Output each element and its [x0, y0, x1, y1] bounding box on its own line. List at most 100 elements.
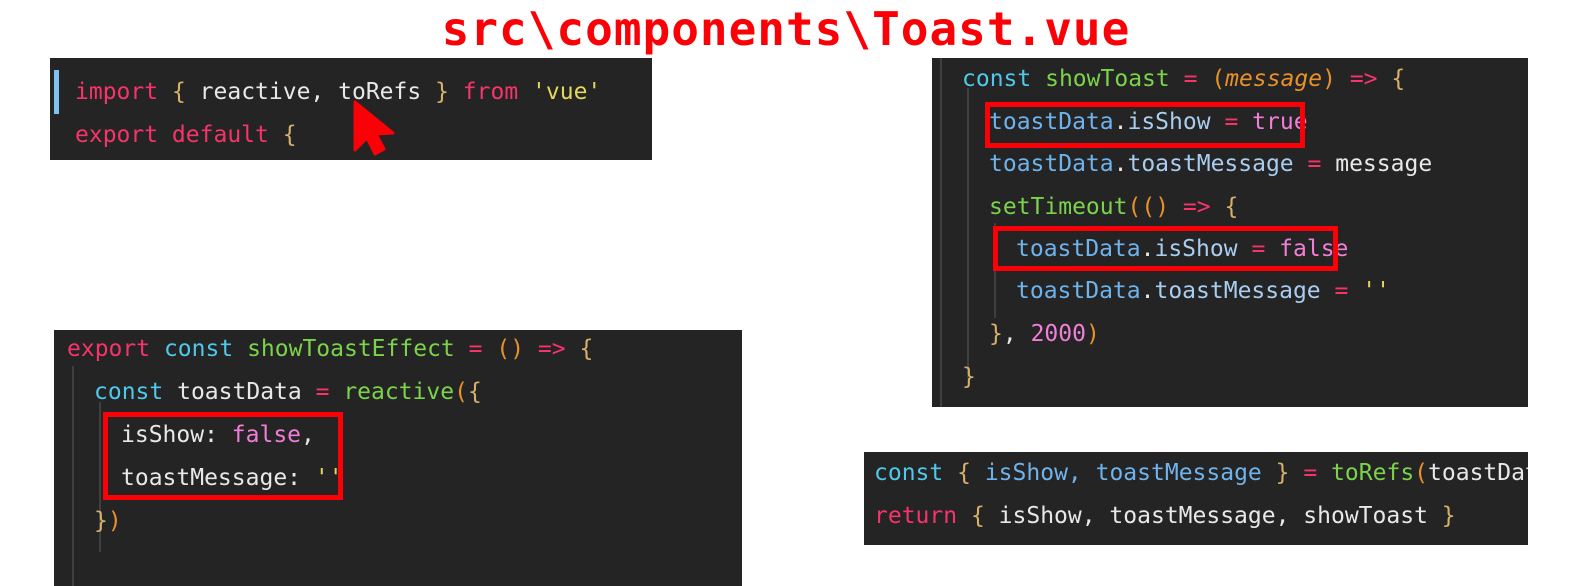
code-token: isShow, toastMessage, showToast [984, 503, 1442, 529]
code-token: false [231, 422, 302, 448]
code-token: message [1335, 151, 1433, 177]
code-line-showtoast-close: } [962, 366, 976, 389]
code-token: const [962, 66, 1032, 92]
code-line-isshow-false: toastData.isShow = false [1016, 238, 1348, 261]
code-line-export-showtoasteffect: export const showToastEffect = () => { [67, 338, 593, 361]
code-token: => [1349, 66, 1378, 92]
code-token: = [1251, 236, 1266, 262]
code-token: toastData [1016, 278, 1141, 304]
code-token: const [163, 336, 234, 362]
code-token: ) [1085, 321, 1100, 347]
code-line-isshow-false-prop: isShow: false, [121, 424, 315, 447]
to-refs-code-panel: const { isShow, toastMessage } = toRefs(… [864, 452, 1528, 545]
code-token: => [537, 336, 566, 362]
code-line-toastmessage-empty: toastData.toastMessage = '' [1016, 280, 1390, 303]
mouse-cursor-icon [353, 100, 395, 156]
show-toast-code-panel: const showToast = (message) => { toastDa… [932, 58, 1528, 407]
editor-indent-guide-3 [994, 223, 996, 318]
code-token: toastData [989, 151, 1114, 177]
code-token: { [970, 503, 985, 529]
code-token: reactive [343, 379, 455, 405]
code-token: showToast [1045, 66, 1170, 92]
code-token: 2000 [1030, 321, 1086, 347]
code-token: const [94, 379, 164, 405]
code-token: { [1224, 194, 1239, 220]
code-token: , [301, 422, 315, 448]
code-token: toRefs [1331, 460, 1415, 486]
code-token: const [874, 460, 944, 486]
code-line-reactive-close: }) [94, 510, 122, 533]
editor-indent-guide-a [72, 366, 74, 586]
code-token: { [467, 379, 482, 405]
code-token: = [315, 379, 330, 405]
code-line-const-torefs: const { isShow, toastMessage } = toRefs(… [874, 462, 1528, 485]
code-token: import [75, 79, 159, 105]
code-token: = [1334, 278, 1349, 304]
page-title: src\components\Toast.vue [441, 2, 1131, 57]
code-token: message [1225, 66, 1323, 92]
code-line-const-toastdata: const toastData = reactive({ [94, 381, 482, 404]
imports-code-panel: import { reactive, toRefs } from 'vue' e… [50, 58, 652, 160]
code-token: ) [107, 508, 122, 534]
code-token: . [1113, 151, 1128, 177]
code-token: . [1113, 109, 1128, 135]
code-line-const-showtoast: const showToast = (message) => { [962, 68, 1405, 91]
code-token: '' [1362, 278, 1390, 304]
code-token: = [468, 336, 483, 362]
code-token: toastData [989, 109, 1114, 135]
code-token: isShow [1154, 236, 1238, 262]
code-token: } [1275, 460, 1290, 486]
code-token: toastMessage: [121, 465, 315, 491]
code-token: } [962, 364, 976, 390]
editor-indent-guide-2 [967, 88, 969, 378]
code-token: ) [1322, 66, 1336, 92]
code-line-toastmessage-message: toastData.toastMessage = message [989, 153, 1432, 176]
code-token: toastData [1428, 460, 1528, 486]
code-token: (( [1127, 194, 1156, 220]
code-token: isShow: [121, 422, 232, 448]
code-token: = [1224, 109, 1239, 135]
code-token: = [1183, 66, 1198, 92]
code-token: toastData [1016, 236, 1141, 262]
show-toast-effect-code-panel: export const showToastEffect = () => { c… [54, 330, 742, 586]
code-token: { [957, 460, 971, 486]
code-line-import: import { reactive, toRefs } from 'vue' [75, 81, 601, 104]
code-token: export [67, 336, 151, 362]
code-token: toastMessage [1127, 151, 1294, 177]
code-token: ( [1414, 460, 1429, 486]
code-token: } [989, 321, 1003, 347]
code-token: isShow, toastMessage [984, 460, 1262, 486]
code-line-export-default: export default { [75, 124, 297, 147]
code-line-settimeout: setTimeout(() => { [989, 196, 1238, 219]
code-token: () [496, 336, 525, 362]
code-token: ) [1155, 194, 1170, 220]
code-token: = [1307, 151, 1322, 177]
code-line-toastmessage-prop: toastMessage: '' [121, 467, 343, 490]
code-token: setTimeout [989, 194, 1128, 220]
